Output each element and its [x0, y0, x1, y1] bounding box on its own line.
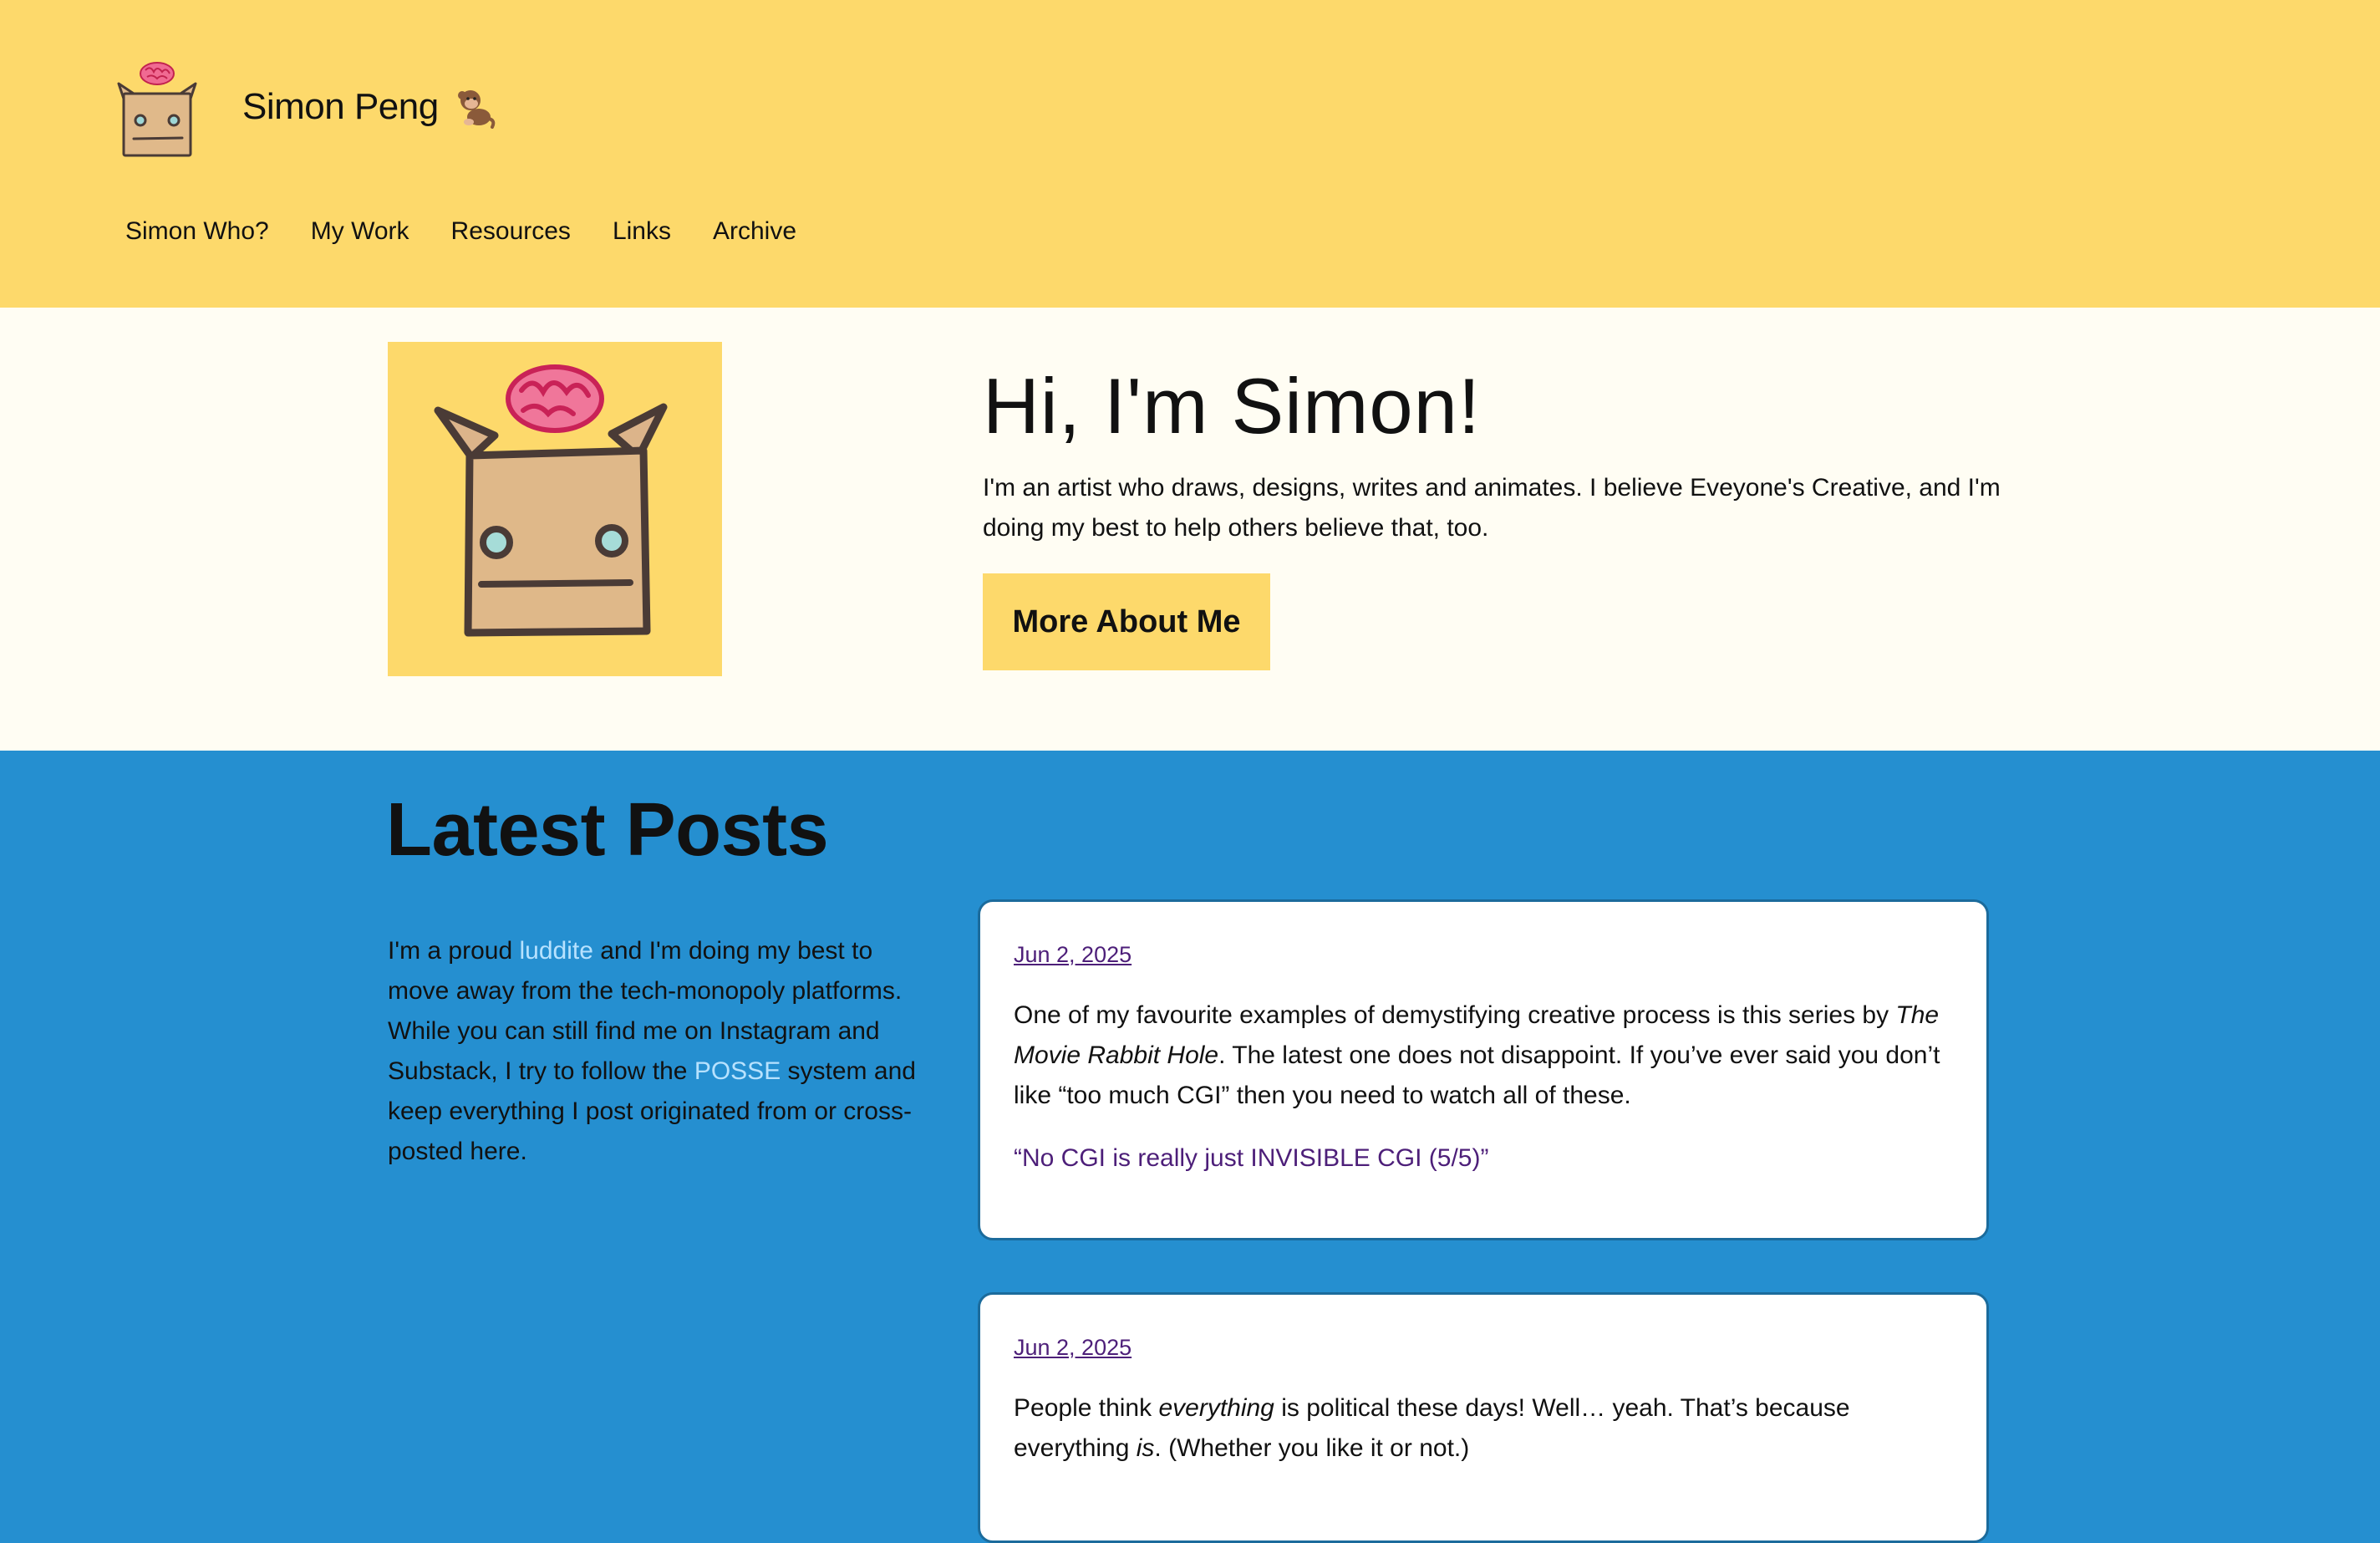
post-date[interactable]: Jun 2, 2025	[1014, 1335, 1132, 1361]
site-title[interactable]: Simon Peng	[242, 85, 496, 129]
hero-title: Hi, I'm Simon!	[983, 362, 1482, 450]
luddite-link[interactable]: luddite	[519, 937, 592, 965]
monkey-emoji-icon	[457, 90, 496, 129]
posts-intro-text: I'm a proud luddite and I'm doing my bes…	[388, 931, 923, 1172]
nav-archive[interactable]: Archive	[713, 217, 796, 246]
post-card: Jun 2, 2025 People think everything is p…	[978, 1292, 1989, 1543]
site-header: Simon Peng Simon Who? My Work Resources …	[0, 0, 2380, 308]
post-text-emphasis: everything	[1158, 1394, 1274, 1422]
hero-avatar	[388, 342, 722, 676]
latest-posts-heading: Latest Posts	[386, 788, 829, 872]
hero-intro-text: I'm an artist who draws, designs, writes…	[983, 474, 2001, 542]
post-body: One of my favourite examples of demystif…	[1014, 996, 1950, 1116]
box-robot-logo-icon[interactable]	[115, 59, 199, 159]
post-text-part: . (Whether you like it or not.)	[1154, 1434, 1470, 1462]
more-about-me-button[interactable]: More About Me	[983, 573, 1270, 670]
nav-resources[interactable]: Resources	[451, 217, 571, 246]
post-text-part: People think	[1014, 1394, 1159, 1422]
intro-text-part: I'm a proud	[388, 937, 520, 965]
post-card: Jun 2, 2025 One of my favourite examples…	[978, 899, 1989, 1240]
main-nav: Simon Who? My Work Resources Links Archi…	[125, 217, 796, 246]
post-external-link[interactable]: “No CGI is really just INVISIBLE CGI (5/…	[1014, 1144, 1488, 1173]
nav-my-work[interactable]: My Work	[311, 217, 409, 246]
posse-link[interactable]: POSSE	[694, 1057, 781, 1085]
box-robot-avatar-icon	[434, 364, 668, 637]
post-text-emphasis: is	[1136, 1434, 1155, 1462]
nav-simon-who[interactable]: Simon Who?	[125, 217, 269, 246]
site-name[interactable]: Simon Peng	[242, 86, 439, 128]
post-body: People think everything is political the…	[1014, 1388, 1950, 1469]
nav-links[interactable]: Links	[613, 217, 671, 246]
post-text-part: One of my favourite examples of demystif…	[1014, 1001, 1896, 1029]
post-date[interactable]: Jun 2, 2025	[1014, 942, 1132, 968]
